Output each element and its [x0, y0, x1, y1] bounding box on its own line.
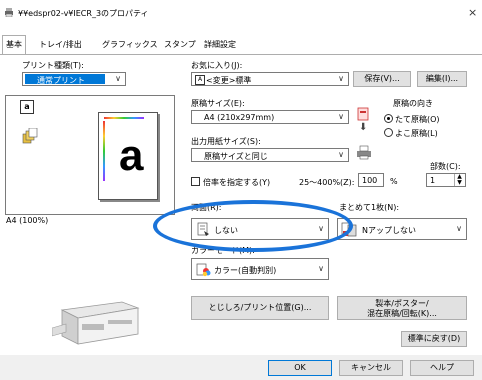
original-size-select[interactable]: A4 (210x297mm) ∨	[191, 110, 349, 124]
tab-stamp[interactable]: スタンプ	[161, 36, 199, 53]
scale-unit: %	[390, 177, 398, 186]
output-size-value: 原稿サイズと同じ	[204, 152, 268, 161]
copies-icon	[22, 127, 40, 144]
tab-strip: 基本 トレイ/排出 グラフィックス スタンプ 詳細設定	[0, 35, 482, 54]
cancel-button[interactable]: キャンセル	[339, 360, 403, 376]
close-icon[interactable]: ×	[468, 6, 477, 19]
nup-select[interactable]: Nアップしない ∨	[337, 218, 467, 240]
booklet-button[interactable]: 製本/ポスター/ 混在原稿/回転(K)...	[337, 296, 467, 320]
favorites-select[interactable]: A <変更>標準 ∨	[191, 72, 349, 86]
chevron-down-icon: ∨	[115, 74, 121, 83]
booklet-line-1: 製本/ポスター/	[375, 299, 429, 308]
color-mode-icon	[196, 262, 211, 277]
color-mode-value: カラー(自動判別)	[214, 266, 277, 275]
preview-page: a	[98, 112, 158, 200]
save-favorite-button[interactable]: 保存(V)...	[353, 71, 411, 87]
tab-divider	[0, 54, 482, 55]
color-bar-vertical	[103, 121, 105, 181]
booklet-line-2: 混在原稿/回転(K)...	[367, 309, 437, 318]
scale-range: 25〜400%(Z):	[299, 178, 355, 187]
landscape-radio[interactable]	[384, 128, 393, 137]
preview-letter: a	[119, 131, 144, 180]
output-printer-icon	[356, 144, 372, 160]
chevron-down-icon: ∨	[338, 150, 344, 159]
printer-icon	[4, 8, 14, 18]
document-icon: a	[20, 100, 34, 114]
help-button[interactable]: ヘルプ	[410, 360, 474, 376]
title-bar: ¥¥edspr02-v¥IECR_3のプロパティ ×	[0, 0, 482, 27]
scale-checkbox[interactable]	[191, 177, 200, 186]
tab-graphics[interactable]: グラフィックス	[99, 36, 161, 53]
scale-value: 100	[362, 176, 378, 185]
ok-button[interactable]: OK	[268, 360, 332, 376]
scale-label: 倍率を指定する(Y)	[203, 178, 271, 187]
original-size-label: 原稿サイズ(E):	[191, 99, 245, 108]
edit-favorite-button[interactable]: 編集(I)...	[417, 71, 467, 87]
orientation-label: 原稿の向き	[393, 99, 433, 108]
landscape-label: よこ原稿(L)	[395, 129, 438, 138]
window-title: ¥¥edspr02-v¥IECR_3のプロパティ	[18, 9, 149, 18]
arrow-down-icon: ⬇	[359, 122, 368, 133]
copies-spinner[interactable]: 1 ▲ ▼	[426, 173, 466, 187]
color-bar	[104, 117, 144, 119]
scale-input[interactable]: 100	[358, 173, 384, 187]
output-size-label: 出力用紙サイズ(S):	[191, 137, 261, 146]
chevron-down-icon: ∨	[338, 74, 344, 83]
print-type-label: プリント種類(T):	[22, 61, 84, 70]
spinner-arrows-icon[interactable]: ▲ ▼	[454, 174, 464, 186]
printer-illustration	[51, 298, 142, 348]
highlight-ellipse	[153, 200, 353, 252]
color-mode-select[interactable]: カラー(自動判別) ∨	[191, 258, 329, 280]
chevron-down-icon: ∨	[318, 264, 324, 273]
portrait-radio[interactable]	[384, 114, 393, 123]
chevron-down-icon: ∨	[456, 224, 462, 233]
copies-value: 1	[430, 176, 436, 185]
nup-value: Nアップしない	[362, 226, 416, 235]
output-size-select[interactable]: 原稿サイズと同じ ∨	[191, 148, 349, 162]
favorites-label: お気に入り(J):	[191, 61, 243, 70]
favorite-icon: A	[195, 75, 205, 85]
copies-label: 部数(C):	[430, 162, 461, 171]
original-size-value: A4 (210x297mm)	[204, 113, 275, 122]
page-size-icon	[356, 107, 370, 121]
tab-tray-output[interactable]: トレイ/排出	[36, 36, 85, 53]
preview-caption: A4 (100%)	[6, 216, 49, 225]
chevron-down-icon: ∨	[338, 112, 344, 121]
binding-position-button[interactable]: とじしろ/プリント位置(G)...	[191, 296, 329, 320]
dialog-footer: OK キャンセル ヘルプ	[0, 355, 482, 380]
favorites-value: <変更>標準	[206, 76, 252, 85]
print-type-select[interactable]: 通常プリント ∨	[22, 72, 126, 86]
portrait-label: たて原稿(O)	[395, 115, 440, 124]
restore-defaults-button[interactable]: 標準に戻す(D)	[401, 331, 467, 347]
print-type-value: 通常プリント	[37, 76, 85, 85]
nup-label: まとめて1枚(N):	[339, 203, 400, 212]
tab-advanced[interactable]: 詳細設定	[201, 36, 239, 53]
tab-basic[interactable]: 基本	[2, 35, 26, 54]
